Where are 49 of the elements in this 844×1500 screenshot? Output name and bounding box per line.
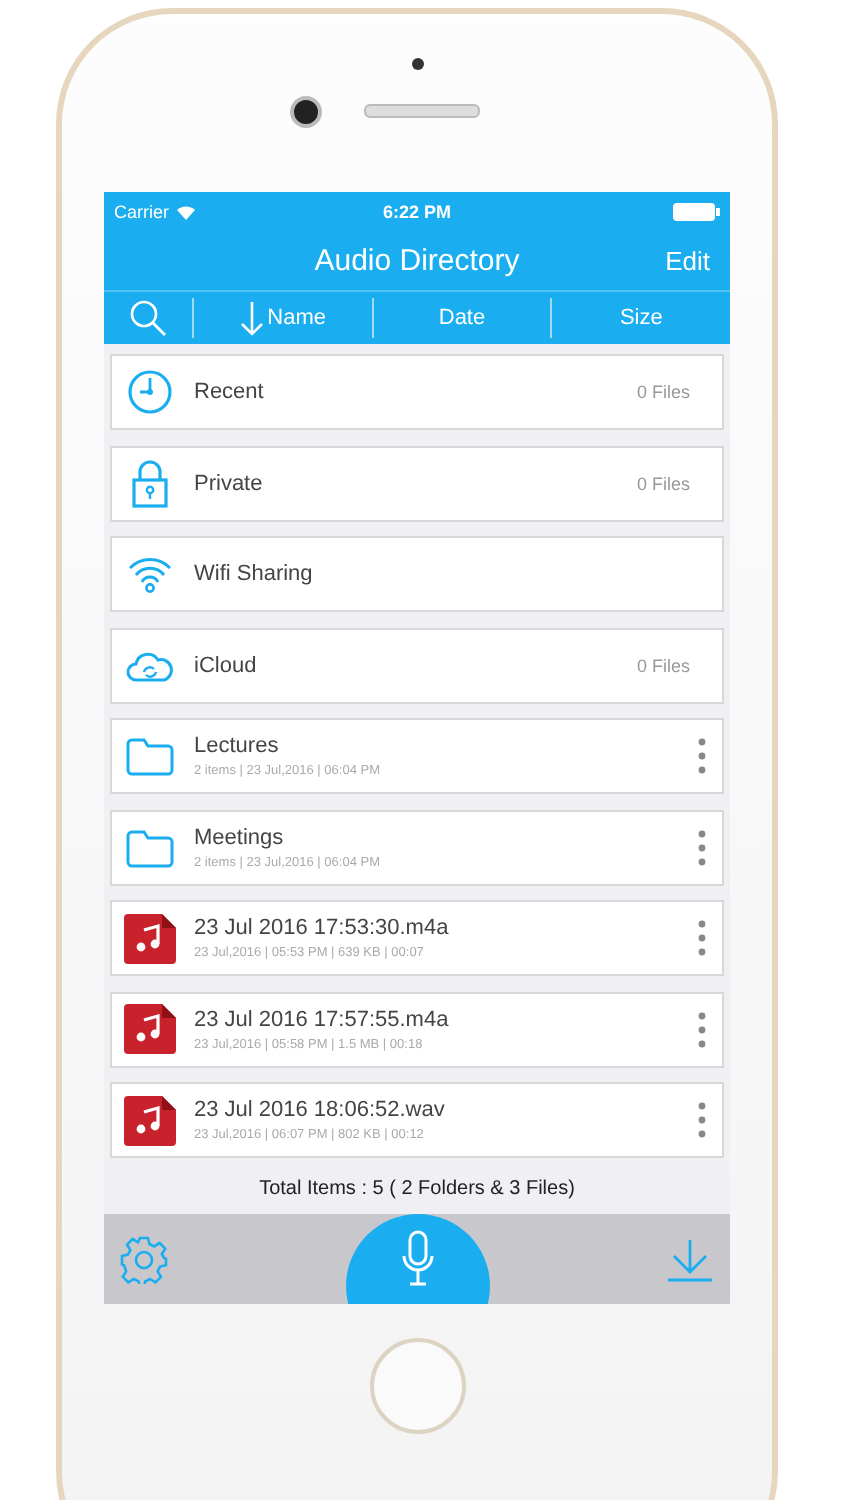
more-icon [698,1009,706,1049]
more-icon [698,1100,706,1140]
wifi-icon [126,554,174,594]
location-row[interactable]: Wifi Sharing [110,536,724,612]
location-label: Wifi Sharing [194,562,315,586]
more-button[interactable] [698,1100,706,1140]
item-name: 23 Jul 2016 18:06:52.wav [194,1098,447,1122]
music-file-icon [122,1002,178,1056]
lock-icon [130,457,170,509]
location-row[interactable]: Private 0 Files [110,445,724,521]
clock-time: 6:22 PM [382,202,451,222]
more-button[interactable] [698,918,706,958]
down-arrow-icon [239,300,264,336]
folder-icon [124,827,176,867]
sensor-dot [412,58,424,70]
file-count: 0 Files [636,655,690,675]
item-name: 23 Jul 2016 17:57:55.m4a [194,1007,451,1031]
location-label: iCloud [194,653,259,677]
folder-icon [124,736,176,776]
location-label: Recent [194,380,266,404]
more-icon [698,736,706,776]
download-icon [666,1237,714,1281]
more-button[interactable] [698,736,706,776]
screen-title: Audio Directory [314,244,520,278]
music-file-icon [122,911,178,965]
clock-icon [126,368,174,416]
file-count: 0 Files [636,382,690,402]
microphone-icon [402,1230,434,1286]
item-name: Lectures [194,734,281,758]
music-file-icon [122,1093,178,1147]
speaker-grille [364,104,480,118]
more-button[interactable] [698,827,706,867]
file-count: 0 Files [636,473,690,493]
more-icon [698,827,706,867]
item-name: 23 Jul 2016 17:53:30.m4a [194,916,451,940]
search-icon [130,300,166,336]
carrier-label: Carrier [114,202,170,222]
location-row[interactable]: iCloud 0 Files [110,627,724,703]
item-name: Meetings [194,825,286,849]
settings-icon [120,1235,168,1283]
total-items-label: Total Items : 5 ( 2 Folders & 3 Files) [257,1177,577,1199]
more-button[interactable] [698,1009,706,1049]
more-icon [698,918,706,958]
camera-lens [290,96,322,128]
location-row[interactable]: Recent 0 Files [110,354,724,430]
battery-icon [672,202,720,222]
cloud-icon [124,647,176,683]
wifi-signal-icon [175,204,196,220]
location-label: Private [194,471,265,495]
